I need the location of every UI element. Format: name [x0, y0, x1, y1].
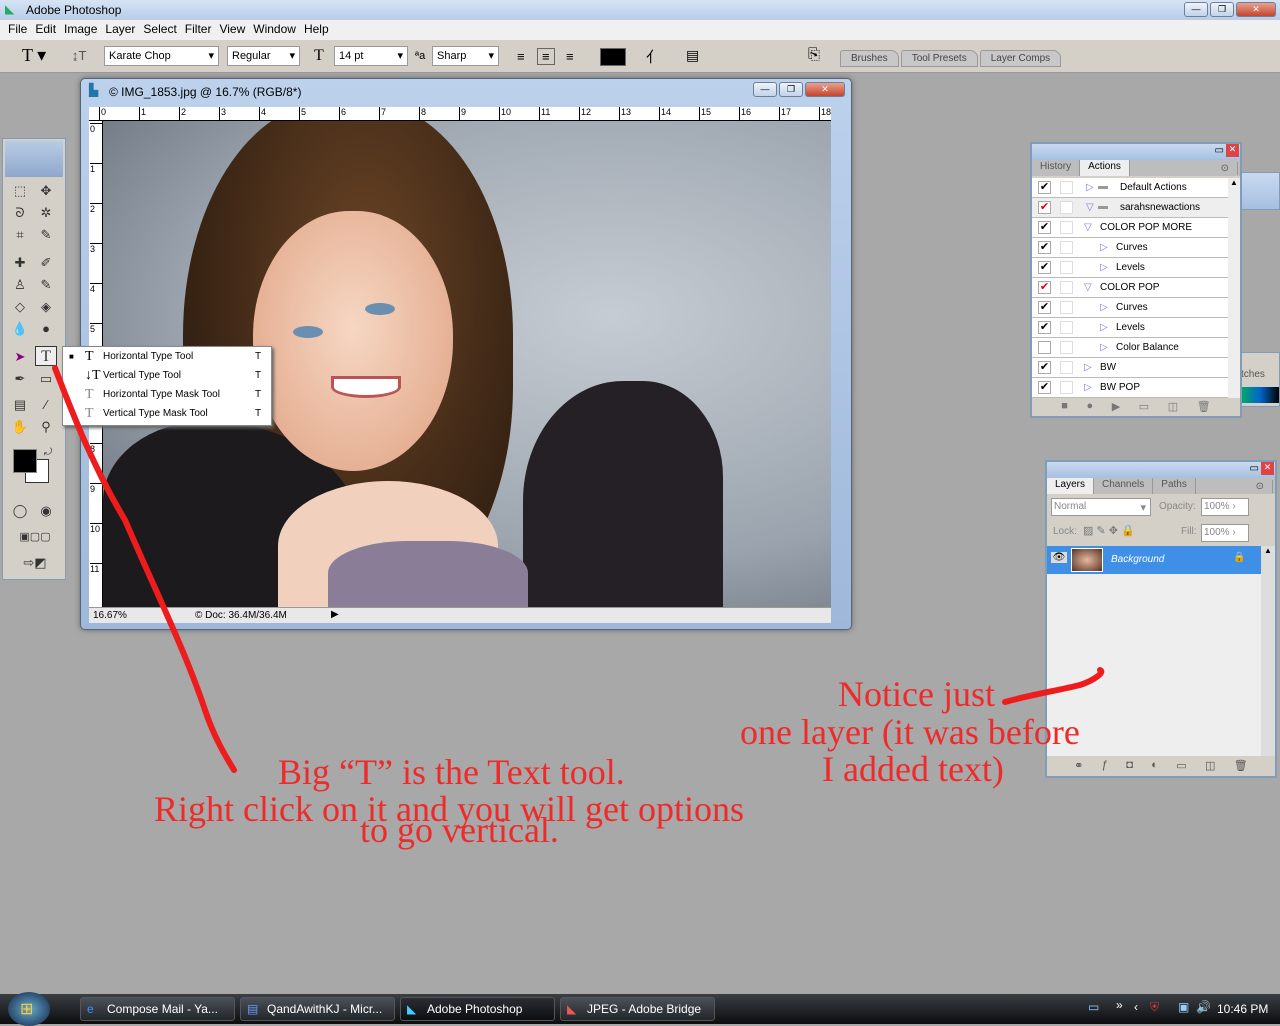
taskbar-item-bridge[interactable]: ◣ JPEG - Adobe Bridge: [560, 997, 715, 1021]
network-icon[interactable]: ▣: [1178, 1000, 1189, 1014]
tray-expand-icon[interactable]: ‹: [1134, 1000, 1138, 1014]
red-pointer-line: [1002, 667, 1105, 705]
taskbar-item-word[interactable]: ▤ QandAwithKJ - Micr...: [240, 997, 395, 1021]
clock[interactable]: 10:46 PM: [1217, 1002, 1268, 1016]
taskbar-label: JPEG - Adobe Bridge: [587, 1002, 702, 1016]
annotation-text: to go vertical.: [360, 810, 559, 850]
volume-icon[interactable]: 🔊: [1196, 1000, 1211, 1014]
taskbar: ⊞ e Compose Mail - Ya... ▤ QandAwithKJ - M…: [0, 992, 1280, 1026]
red-arrow-line: [52, 365, 237, 773]
taskbar-item-compose-mail[interactable]: e Compose Mail - Ya...: [80, 997, 235, 1021]
overflow-chevron-icon[interactable]: »: [1116, 998, 1123, 1012]
ie-icon: e: [87, 1002, 94, 1016]
photoshop-icon: ◣: [407, 1002, 417, 1016]
start-button[interactable]: ⊞: [8, 992, 50, 1026]
desktop-icon[interactable]: ▭: [1088, 1000, 1099, 1014]
annotation-note: Notice just: [838, 674, 995, 714]
annotation-text: Big “T” is the Text tool.: [278, 752, 625, 792]
annotation-note: one layer (it was before: [740, 712, 1080, 752]
taskbar-label: Compose Mail - Ya...: [107, 1002, 218, 1016]
annotation-note: I added text): [822, 749, 1004, 789]
bridge-icon: ◣: [567, 1002, 577, 1016]
annotation-strokes: [52, 365, 1105, 773]
security-shield-icon[interactable]: ⛨: [1150, 1000, 1159, 1015]
word-icon: ▤: [247, 1002, 259, 1016]
taskbar-label: Adobe Photoshop: [427, 1002, 523, 1016]
taskbar-item-photoshop[interactable]: ◣ Adobe Photoshop: [400, 997, 555, 1021]
windows-logo-icon: ⊞: [20, 1001, 34, 1018]
taskbar-label: QandAwithKJ - Micr...: [267, 1002, 383, 1016]
